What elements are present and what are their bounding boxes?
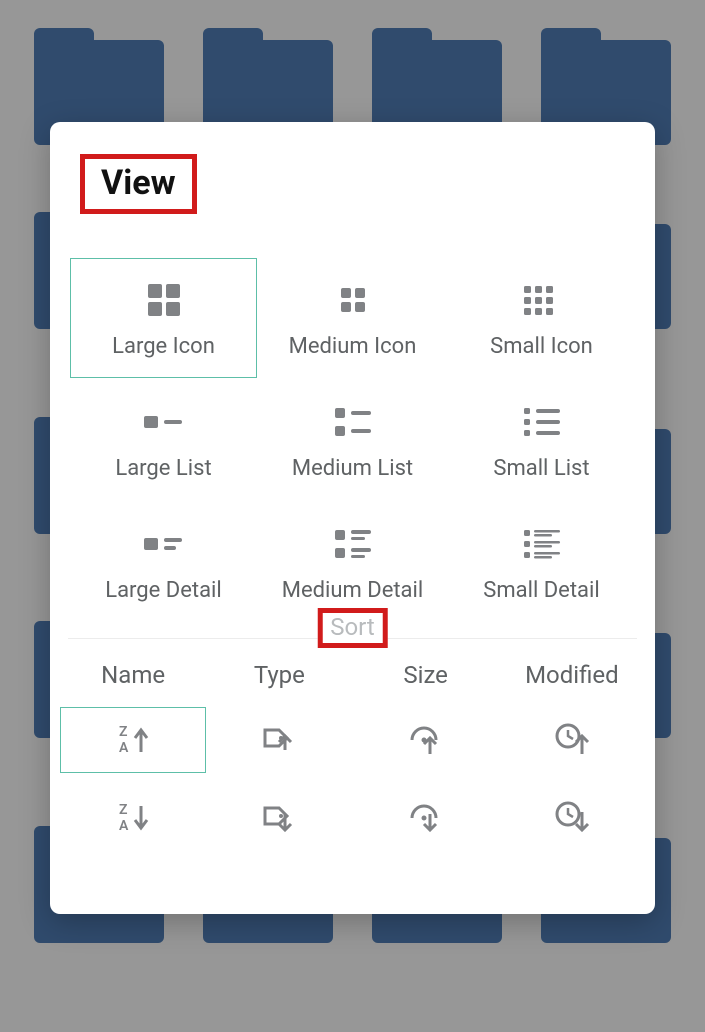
small-icon-icon — [520, 278, 564, 322]
sort-modified-asc[interactable] — [499, 707, 645, 773]
view-option-small-icon[interactable]: Small Icon — [448, 258, 635, 378]
small-list-icon — [520, 400, 564, 444]
view-sort-dialog: View Large Icon Medium Icon Small Icon — [50, 122, 655, 914]
view-option-large-icon[interactable]: Large Icon — [70, 258, 257, 378]
sort-size-asc[interactable] — [353, 707, 499, 773]
view-option-medium-detail[interactable]: Medium Detail — [259, 502, 446, 622]
dialog-title-highlight: View — [80, 154, 197, 214]
sort-title: Sort — [330, 613, 375, 641]
sort-title-highlight: Sort — [317, 608, 388, 648]
sort-alpha-desc-icon: ZA — [113, 800, 153, 836]
view-option-label: Small Icon — [490, 334, 593, 359]
large-list-icon — [142, 400, 186, 444]
view-option-small-detail[interactable]: Small Detail — [448, 502, 635, 622]
view-option-label: Medium List — [292, 456, 413, 481]
sort-time-asc-icon — [552, 722, 592, 758]
svg-text:Z: Z — [119, 724, 128, 740]
sort-section: Sort Name Type Size Modified ZA ZA — [50, 638, 655, 851]
sort-tag-asc-icon — [259, 722, 299, 758]
sort-header-size: Size — [353, 661, 499, 689]
svg-text:A: A — [119, 740, 129, 756]
view-option-label: Small List — [493, 456, 589, 481]
view-option-label: Large List — [115, 456, 211, 481]
sort-size-desc[interactable] — [353, 785, 499, 851]
sort-type-desc[interactable] — [206, 785, 352, 851]
large-icon-icon — [144, 278, 184, 322]
large-detail-icon — [142, 522, 186, 566]
dialog-title: View — [101, 163, 176, 203]
sort-modified-desc[interactable] — [499, 785, 645, 851]
view-option-large-list[interactable]: Large List — [70, 380, 257, 500]
sort-alpha-asc-icon: ZA — [113, 722, 153, 758]
sort-time-desc-icon — [552, 800, 592, 836]
svg-text:A: A — [119, 818, 129, 834]
sort-name-asc[interactable]: ZA — [60, 707, 206, 773]
view-option-label: Small Detail — [483, 578, 599, 603]
medium-icon-icon — [333, 278, 373, 322]
medium-list-icon — [331, 400, 375, 444]
sort-size-asc-icon — [406, 722, 446, 758]
medium-detail-icon — [331, 522, 375, 566]
view-option-label: Large Icon — [112, 334, 215, 359]
view-option-large-detail[interactable]: Large Detail — [70, 502, 257, 622]
view-option-medium-icon[interactable]: Medium Icon — [259, 258, 446, 378]
sort-header-modified: Modified — [499, 661, 645, 689]
sort-name-desc[interactable]: ZA — [60, 785, 206, 851]
sort-header-name: Name — [60, 661, 206, 689]
view-option-small-list[interactable]: Small List — [448, 380, 635, 500]
sort-header-type: Type — [206, 661, 352, 689]
sort-size-desc-icon — [406, 800, 446, 836]
view-option-label: Medium Icon — [289, 334, 417, 359]
svg-text:Z: Z — [119, 802, 128, 818]
sort-options-grid: ZA ZA — [50, 689, 655, 851]
small-detail-icon — [520, 522, 564, 566]
view-options-grid: Large Icon Medium Icon Small Icon Large … — [50, 214, 655, 622]
view-option-medium-list[interactable]: Medium List — [259, 380, 446, 500]
view-option-label: Large Detail — [105, 578, 222, 603]
sort-tag-desc-icon — [259, 800, 299, 836]
sort-type-asc[interactable] — [206, 707, 352, 773]
view-option-label: Medium Detail — [282, 578, 423, 603]
